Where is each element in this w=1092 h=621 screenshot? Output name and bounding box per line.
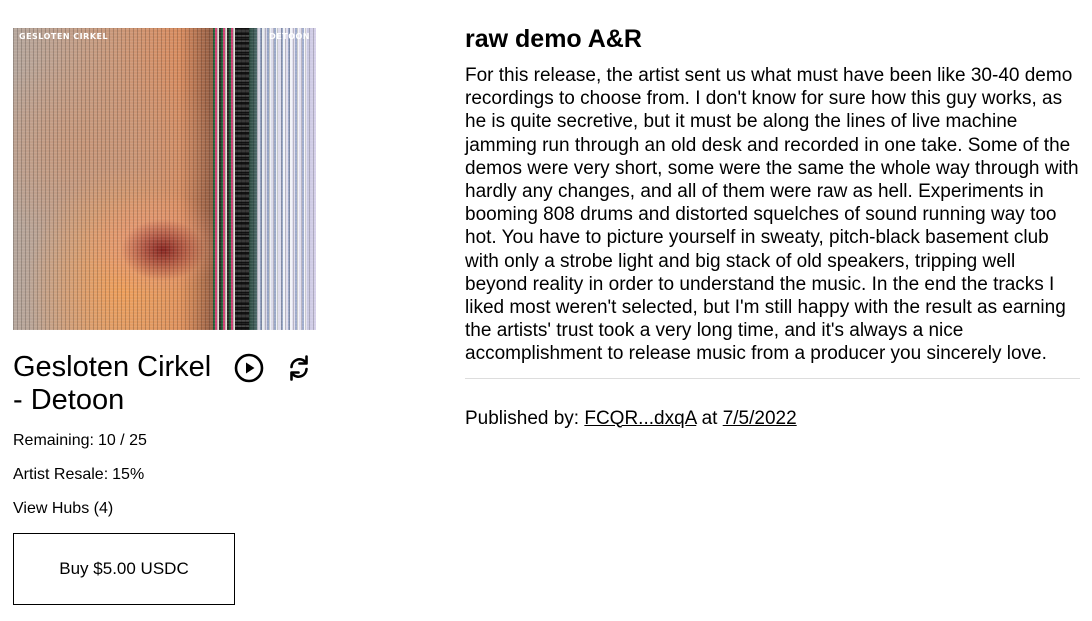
cover-title-label: DETOON bbox=[269, 32, 310, 41]
release-sidebar: GESLOTEN CIRKEL DETOON Gesloten Cirkel -… bbox=[13, 28, 316, 605]
title-row: Gesloten Cirkel - Detoon bbox=[13, 351, 316, 417]
published-prefix: Published by: bbox=[465, 407, 580, 429]
remaining-label: Remaining: bbox=[13, 432, 94, 449]
description-heading: raw demo A&R bbox=[465, 25, 642, 53]
view-hubs-link[interactable]: View Hubs (4) bbox=[13, 499, 316, 518]
release-description: raw demo A&R For this release, the artis… bbox=[465, 24, 1080, 431]
repost-icon[interactable] bbox=[283, 352, 315, 384]
release-meta: Remaining: 10 / 25 Artist Resale: 15% View… bbox=[13, 431, 316, 518]
cover-scanlines bbox=[13, 28, 316, 330]
published-info: Published by: FCQR...dxqA at 7/5/2022 bbox=[465, 407, 1080, 431]
artist-resale-value: 15% bbox=[112, 466, 145, 483]
description-body: For this release, the artist sent us wha… bbox=[465, 65, 1079, 365]
buy-button[interactable]: Buy $5.00 USDC bbox=[13, 533, 235, 605]
release-title: Gesloten Cirkel - Detoon bbox=[13, 351, 212, 416]
remaining-value: 10 / 25 bbox=[97, 432, 147, 449]
cover-artist-label: GESLOTEN CIRKEL bbox=[19, 32, 109, 41]
artist-resale-label: Artist Resale: bbox=[13, 466, 109, 483]
album-cover: GESLOTEN CIRKEL DETOON bbox=[13, 28, 316, 330]
published-date-link[interactable]: 7/5/2022 bbox=[723, 408, 797, 429]
divider bbox=[465, 377, 1080, 379]
publisher-link[interactable]: FCQR...dxqA bbox=[584, 408, 696, 429]
play-circle-icon[interactable] bbox=[233, 352, 265, 384]
remaining-info: Remaining: 10 / 25 bbox=[13, 431, 316, 450]
artist-resale-info: Artist Resale: 15% bbox=[13, 465, 316, 484]
release-page: GESLOTEN CIRKEL DETOON Gesloten Cirkel -… bbox=[0, 0, 1092, 621]
published-at-word: at bbox=[701, 407, 718, 429]
release-actions bbox=[233, 352, 315, 384]
